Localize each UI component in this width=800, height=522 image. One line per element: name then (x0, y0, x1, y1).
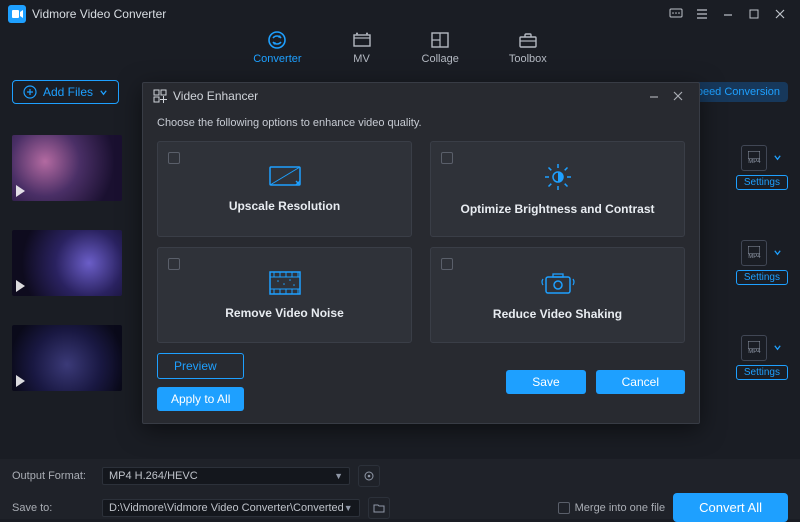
converter-icon (267, 30, 287, 50)
tab-label: Converter (253, 53, 301, 65)
chevron-down-icon: ▼ (344, 503, 353, 513)
main-nav: Converter MV Collage Toolbox (0, 28, 800, 76)
format-icon: MP4 (741, 335, 767, 361)
video-thumbnail[interactable] (12, 135, 122, 201)
merge-label: Merge into one file (575, 502, 666, 514)
bottom-bar: Output Format: MP4 H.264/HEVC ▼ Save to:… (0, 459, 800, 519)
cancel-button[interactable]: Cancel (596, 370, 685, 394)
output-format-label: Output Format: (12, 470, 94, 482)
minimize-button[interactable] (716, 2, 740, 26)
card-label: Reduce Video Shaking (493, 307, 622, 321)
output-format-select[interactable]: MP4 H.264/HEVC ▼ (102, 467, 350, 485)
dialog-title: Video Enhancer (173, 89, 258, 103)
output-format-selector[interactable]: MP4 (741, 145, 782, 171)
tab-mv[interactable]: MV (352, 30, 372, 65)
chevron-down-icon: ▼ (334, 471, 343, 481)
dialog-close-button[interactable] (667, 85, 689, 107)
collage-icon (430, 30, 450, 50)
mv-icon (352, 30, 372, 50)
chevron-down-icon (99, 88, 108, 97)
chevron-down-icon (773, 151, 782, 165)
tab-label: MV (353, 53, 370, 65)
stabilize-icon (540, 269, 576, 297)
tab-label: Collage (422, 53, 459, 65)
open-folder-button[interactable] (368, 497, 390, 519)
chevron-down-icon (773, 246, 782, 260)
apply-to-all-button[interactable]: Apply to All (157, 387, 244, 411)
checkbox-icon[interactable] (441, 258, 453, 270)
dialog-minimize-button[interactable] (643, 85, 665, 107)
output-format-selector[interactable]: MP4 (741, 335, 782, 361)
save-to-value: D:\Vidmore\Vidmore Video Converter\Conve… (109, 502, 344, 514)
add-files-label: Add Files (43, 85, 93, 99)
chevron-down-icon (773, 341, 782, 355)
film-icon (268, 270, 302, 296)
output-format-value: MP4 H.264/HEVC (109, 470, 198, 482)
save-to-select[interactable]: D:\Vidmore\Vidmore Video Converter\Conve… (102, 499, 360, 517)
save-button[interactable]: Save (506, 370, 585, 394)
video-enhancer-dialog: Video Enhancer Choose the following opti… (142, 82, 700, 424)
preview-button[interactable]: Preview (157, 353, 244, 379)
dialog-footer: Preview Apply to All Save Cancel (143, 343, 699, 423)
brightness-icon (543, 162, 573, 192)
upscale-icon (268, 165, 302, 189)
dialog-title-bar: Video Enhancer (143, 83, 699, 109)
app-title: Vidmore Video Converter (32, 7, 166, 21)
checkbox-icon[interactable] (168, 258, 180, 270)
maximize-button[interactable] (742, 2, 766, 26)
settings-button[interactable]: Settings (736, 175, 788, 190)
feedback-icon[interactable] (664, 2, 688, 26)
convert-all-button[interactable]: Convert All (673, 493, 788, 522)
card-label: Optimize Brightness and Contrast (460, 202, 654, 216)
card-remove-noise[interactable]: Remove Video Noise (157, 247, 412, 343)
tab-collage[interactable]: Collage (422, 30, 459, 65)
dialog-subtitle: Choose the following options to enhance … (157, 117, 685, 129)
video-thumbnail[interactable] (12, 230, 122, 296)
settings-button[interactable]: Settings (736, 270, 788, 285)
checkbox-icon[interactable] (441, 152, 453, 164)
plus-icon (23, 85, 37, 99)
card-label: Upscale Resolution (229, 199, 340, 213)
add-files-button[interactable]: Add Files (12, 80, 119, 104)
output-format-selector[interactable]: MP4 (741, 240, 782, 266)
merge-checkbox[interactable]: Merge into one file (558, 502, 666, 514)
format-settings-button[interactable] (358, 465, 380, 487)
card-upscale-resolution[interactable]: Upscale Resolution (157, 141, 412, 237)
tab-toolbox[interactable]: Toolbox (509, 30, 547, 65)
title-bar: Vidmore Video Converter (0, 0, 800, 28)
checkbox-icon (558, 502, 570, 514)
tab-label: Toolbox (509, 53, 547, 65)
save-to-label: Save to: (12, 502, 94, 514)
tab-converter[interactable]: Converter (253, 30, 301, 65)
toolbox-icon (518, 30, 538, 50)
checkbox-icon[interactable] (168, 152, 180, 164)
card-label: Remove Video Noise (225, 306, 344, 320)
format-icon: MP4 (741, 240, 767, 266)
video-thumbnail[interactable] (12, 325, 122, 391)
menu-icon[interactable] (690, 2, 714, 26)
close-button[interactable] (768, 2, 792, 26)
app-logo (8, 5, 26, 23)
card-optimize-brightness[interactable]: Optimize Brightness and Contrast (430, 141, 685, 237)
enhancer-icon (153, 89, 167, 103)
settings-button[interactable]: Settings (736, 365, 788, 380)
format-icon: MP4 (741, 145, 767, 171)
card-reduce-shaking[interactable]: Reduce Video Shaking (430, 247, 685, 343)
